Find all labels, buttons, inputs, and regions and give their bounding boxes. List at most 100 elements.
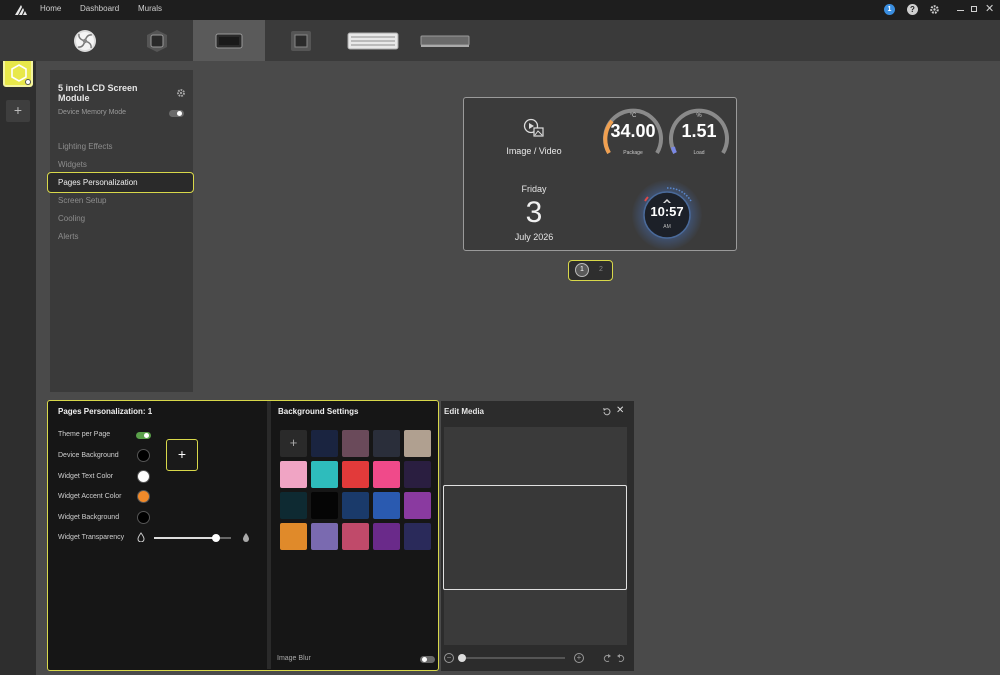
image-blur-toggle[interactable] — [420, 656, 435, 663]
nav-dashboard[interactable]: Dashboard — [80, 4, 119, 13]
clock-time: 10:57 — [650, 204, 684, 219]
lcd-module-icon — [215, 33, 243, 48]
background-swatch[interactable] — [404, 430, 431, 457]
memory-module-icon — [420, 35, 470, 47]
menu-pages-personalization-label: Pages Personalization — [58, 178, 138, 187]
device-settings-gear-icon[interactable] — [176, 88, 186, 98]
memory-mode-toggle[interactable] — [169, 110, 184, 117]
background-swatch[interactable] — [342, 523, 369, 550]
gear-icon[interactable] — [929, 4, 940, 15]
theme-per-page-toggle[interactable] — [136, 432, 151, 439]
add-device-background-button[interactable]: + — [166, 439, 198, 471]
image-video-icon — [523, 118, 544, 137]
edit-media-title: Edit Media — [444, 407, 485, 416]
panel-divider — [267, 401, 271, 669]
background-swatch[interactable] — [373, 461, 400, 488]
zoom-slider-thumb[interactable] — [458, 654, 466, 662]
rotate-left-icon[interactable] — [602, 653, 612, 663]
maximize-icon[interactable] — [971, 6, 977, 12]
media-label: Image / Video — [506, 146, 562, 156]
gauge1-label: Package — [623, 150, 643, 156]
clock-ampm: AM — [663, 224, 671, 230]
notification-badge[interactable]: 1 — [884, 4, 895, 15]
gauge2-value: 1.51 — [681, 121, 717, 141]
day-name: Friday — [521, 184, 547, 194]
page-2-button[interactable]: 2 — [595, 264, 607, 276]
device-keyboard[interactable] — [337, 20, 409, 61]
background-swatch[interactable] — [311, 523, 338, 550]
background-swatch[interactable] — [280, 523, 307, 550]
help-icon[interactable]: ? — [907, 4, 918, 15]
widget-background-label: Widget Background — [58, 514, 120, 521]
background-swatch[interactable] — [342, 430, 369, 457]
background-swatch[interactable] — [404, 523, 431, 550]
day-number: 3 — [525, 196, 543, 229]
gauge2-label: Load — [693, 150, 705, 156]
device-background-label: Device Background — [58, 452, 119, 459]
theme-per-page-label: Theme per Page — [58, 431, 111, 438]
close-icon[interactable]: ✕ — [985, 2, 994, 15]
menu-alerts[interactable]: Alerts — [58, 232, 78, 241]
rotate-right-icon[interactable] — [616, 653, 626, 663]
background-swatch[interactable] — [404, 492, 431, 519]
image-blur-label: Image Blur — [277, 655, 311, 662]
background-swatch[interactable] — [280, 492, 307, 519]
widget-accent-color[interactable] — [137, 490, 150, 503]
widget-background-color[interactable] — [137, 511, 150, 524]
background-swatch[interactable] — [373, 430, 400, 457]
left-rail: › + — [0, 20, 36, 675]
widget-transparency-label: Widget Transparency — [58, 534, 125, 541]
fan-icon — [74, 29, 96, 52]
gauge1-value: 34.00 — [610, 121, 656, 141]
background-swatch[interactable] — [280, 461, 307, 488]
transparency-slider-track[interactable] — [154, 534, 231, 542]
pp-title: Pages Personalization: 1 — [58, 407, 153, 416]
menu-widgets[interactable]: Widgets — [58, 160, 87, 169]
device-lcd-screen-module[interactable] — [193, 20, 265, 61]
edit-media-close-icon[interactable]: ✕ — [616, 405, 624, 416]
background-swatch[interactable] — [373, 492, 400, 519]
reset-icon[interactable] — [602, 407, 612, 417]
menu-cooling[interactable]: Cooling — [58, 214, 85, 223]
menu-lighting-effects[interactable]: Lighting Effects — [58, 142, 113, 151]
minimize-icon[interactable] — [957, 10, 964, 11]
background-swatch[interactable] — [342, 492, 369, 519]
widget-text-color[interactable] — [137, 470, 150, 483]
nav-home[interactable]: Home — [40, 4, 61, 13]
add-device-button[interactable]: + — [6, 100, 30, 122]
pages-personalization-panel: Pages Personalization: 1 Theme per Page … — [47, 400, 439, 671]
droplet-outline-icon — [137, 532, 145, 542]
widget-text-color-label: Widget Text Color — [58, 473, 114, 480]
corsair-logo-icon — [15, 5, 27, 15]
add-background-button[interactable]: + — [280, 430, 307, 457]
menu-pages-personalization[interactable]: Pages Personalization — [47, 172, 194, 193]
zoom-slider-track[interactable] — [458, 654, 565, 662]
transparency-slider-thumb[interactable] — [212, 534, 221, 542]
zoom-in-icon[interactable]: + — [574, 653, 584, 663]
device-memory-module[interactable] — [409, 20, 481, 61]
device-strip — [0, 20, 1000, 61]
background-swatch[interactable] — [404, 461, 431, 488]
device-pump-block[interactable] — [121, 20, 193, 61]
page-1-button[interactable]: 1 — [575, 263, 589, 277]
title-bar: Home Dashboard Murals 1 ? ✕ — [0, 0, 1000, 20]
device-lcd-square[interactable] — [265, 20, 337, 61]
background-swatch[interactable] — [311, 492, 338, 519]
transparency-slider-fill — [154, 537, 217, 539]
lcd-square-icon — [291, 30, 311, 51]
device-fan[interactable] — [49, 20, 121, 61]
nav-murals[interactable]: Murals — [138, 4, 162, 13]
background-settings-title: Background Settings — [278, 407, 359, 416]
pump-block-icon — [147, 29, 167, 52]
background-swatch[interactable] — [342, 461, 369, 488]
background-swatch[interactable] — [311, 430, 338, 457]
device-background-color[interactable] — [137, 449, 150, 462]
settings-panel: 5 inch LCD Screen Module Device Memory M… — [47, 70, 194, 392]
device-tile-active[interactable] — [3, 57, 33, 87]
crop-frame[interactable] — [443, 485, 627, 590]
menu-screen-setup[interactable]: Screen Setup — [58, 196, 106, 205]
widget-accent-color-label: Widget Accent Color — [58, 493, 122, 500]
background-swatch[interactable] — [311, 461, 338, 488]
background-swatch[interactable] — [373, 523, 400, 550]
zoom-out-icon[interactable]: − — [444, 653, 454, 663]
